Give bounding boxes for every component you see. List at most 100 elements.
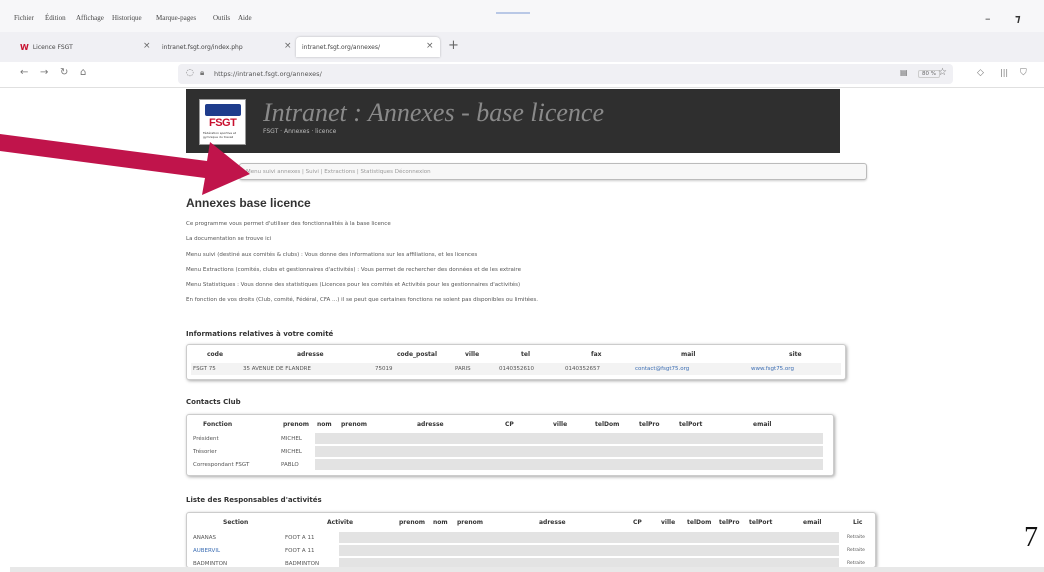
- committee-table: code adresse code_postal ville tel fax m…: [186, 344, 846, 380]
- col-header: nom: [317, 421, 332, 428]
- col-header: prenom: [457, 519, 483, 526]
- col-header: telPort: [679, 421, 703, 428]
- browser-menubar: Fichier Édition Affichage Historique Mar…: [0, 0, 1044, 32]
- back-icon[interactable]: ←: [20, 67, 28, 78]
- col-header: ville: [553, 421, 568, 428]
- menu-edition[interactable]: Édition: [45, 14, 66, 22]
- tab-label: intranet.fsgt.org/annexes/: [302, 43, 380, 51]
- new-tab-icon[interactable]: +: [448, 38, 459, 53]
- cell-activite: FOOT A 11: [285, 548, 315, 554]
- cell-prenom: MICHEL: [281, 449, 302, 455]
- tab-intranet-annexes[interactable]: intranet.fsgt.org/annexes/: [296, 37, 440, 57]
- library-icon[interactable]: |||: [1000, 68, 1008, 77]
- cell-section[interactable]: AUBERVIL: [193, 548, 220, 554]
- col-header: nom: [433, 519, 448, 526]
- home-icon[interactable]: ⌂: [80, 67, 86, 78]
- committee-section-title: Informations relatives à votre comité: [186, 330, 334, 338]
- minimize-icon[interactable]: –: [985, 12, 991, 25]
- close-tab-icon[interactable]: ×: [284, 41, 292, 51]
- bookmark-star-icon[interactable]: ☆: [938, 67, 947, 78]
- pocket-icon[interactable]: ◇: [977, 68, 984, 78]
- lock-icon: 🔒︎: [200, 68, 205, 77]
- fsgt-favicon-icon: W: [20, 42, 29, 52]
- col-header: prenom: [283, 421, 309, 428]
- tab-intranet-index[interactable]: intranet.fsgt.org/index.php: [156, 37, 294, 57]
- forward-icon[interactable]: →: [40, 67, 48, 78]
- menu-outils[interactable]: Outils: [213, 14, 230, 22]
- intro-paragraph: Ce programme vous permet d'utiliser des …: [186, 221, 391, 227]
- horizontal-scrollbar[interactable]: [10, 567, 1044, 572]
- shield-extension-icon[interactable]: ⛉: [1020, 68, 1027, 78]
- reader-view-icon[interactable]: ▤: [900, 68, 908, 77]
- tab-licence-fsgt[interactable]: W Licence FSGT: [14, 37, 154, 57]
- address-bar[interactable]: ◌ 🔒︎ https://intranet.fsgt.org/annexes/ …: [178, 64, 953, 84]
- redacted-row: [315, 459, 823, 470]
- col-header: site: [789, 351, 802, 358]
- cell-lic[interactable]: Retraite: [847, 548, 865, 553]
- menu-fichier[interactable]: Fichier: [14, 14, 34, 22]
- redacted-row: [339, 558, 839, 567]
- close-tab-icon[interactable]: ×: [426, 41, 434, 51]
- tab-label: Licence FSGT: [32, 43, 73, 51]
- col-header: CP: [505, 421, 514, 428]
- activites-table: Section Activite prenom nom prenom adres…: [186, 512, 876, 568]
- col-header: prenom: [341, 421, 367, 428]
- cell-fonction: Trésorier: [193, 449, 217, 455]
- cell-lic[interactable]: Retraite: [847, 535, 865, 540]
- col-header: Activite: [327, 519, 354, 526]
- cell-ville: PARIS: [455, 366, 471, 372]
- cell-code: FSGT 75: [193, 366, 216, 372]
- cell-section: ANANAS: [193, 535, 217, 541]
- col-header: telPro: [639, 421, 660, 428]
- col-header: Lic: [853, 519, 863, 526]
- col-header: telDom: [595, 421, 620, 428]
- annotation-arrow-icon: [0, 134, 250, 195]
- drag-indicator: [496, 12, 530, 14]
- restore-icon[interactable]: ⁊: [1015, 12, 1021, 25]
- close-tab-icon[interactable]: ×: [143, 41, 151, 51]
- col-header: email: [753, 421, 772, 428]
- cell-fonction: Président: [193, 436, 219, 442]
- menu-affichage[interactable]: Affichage: [76, 14, 104, 22]
- page-banner-title: Intranet : Annexes - base licence: [263, 98, 604, 127]
- col-header: code_postal: [397, 351, 438, 358]
- cell-mail[interactable]: contact@fsgt75.org: [635, 366, 689, 372]
- main-nav-menu[interactable]: Menu suivi annexes | Suivi | Extractions…: [239, 163, 867, 180]
- breadcrumb[interactable]: FSGT · Annexes · licence: [263, 128, 336, 135]
- logo-emblem: [205, 104, 241, 116]
- cell-adresse: 35 AVENUE DE FLANDRE: [243, 366, 311, 372]
- col-header: telPro: [719, 519, 740, 526]
- col-header: telPort: [749, 519, 773, 526]
- menu-marque-pages[interactable]: Marque-pages: [156, 14, 196, 22]
- zoom-level[interactable]: 80 %: [918, 70, 940, 78]
- col-header: Section: [223, 519, 249, 526]
- cell-code-postal: 75019: [375, 366, 393, 372]
- cell-prenom: MICHEL: [281, 436, 302, 442]
- menu-extractions-description: Menu Extractions (comités, clubs et gest…: [186, 267, 521, 273]
- col-header: adresse: [539, 519, 566, 526]
- menu-suivi-description: Menu suivi (destiné aux comités & clubs)…: [186, 252, 478, 258]
- col-header: telDom: [687, 519, 712, 526]
- col-header: mail: [681, 351, 696, 358]
- col-header: Fonction: [203, 421, 233, 428]
- contacts-section-title: Contacts Club: [186, 398, 241, 406]
- cell-activite: FOOT A 11: [285, 535, 315, 541]
- col-header: code: [207, 351, 224, 358]
- rights-notice: En fonction de vos droits (Club, comité,…: [186, 297, 539, 303]
- cell-prenom: PABLO: [281, 462, 299, 468]
- cell-tel: 0140352610: [499, 366, 534, 372]
- shield-icon: ◌: [186, 68, 194, 78]
- page-title: Annexes base licence: [186, 196, 311, 210]
- redacted-row: [315, 433, 823, 444]
- url-text: https://intranet.fsgt.org/annexes/: [214, 70, 322, 78]
- menu-aide[interactable]: Aide: [238, 14, 252, 22]
- cell-fax: 0140352657: [565, 366, 600, 372]
- col-header: fax: [591, 351, 602, 358]
- cell-lic[interactable]: Retraite: [847, 561, 865, 566]
- reload-icon[interactable]: ↻: [60, 67, 68, 78]
- slide-number: 7: [1024, 522, 1038, 553]
- cell-site[interactable]: www.fsgt75.org: [751, 366, 794, 372]
- menu-historique[interactable]: Historique: [112, 14, 142, 22]
- documentation-link[interactable]: La documentation se trouve ici: [186, 236, 271, 242]
- col-header: adresse: [417, 421, 444, 428]
